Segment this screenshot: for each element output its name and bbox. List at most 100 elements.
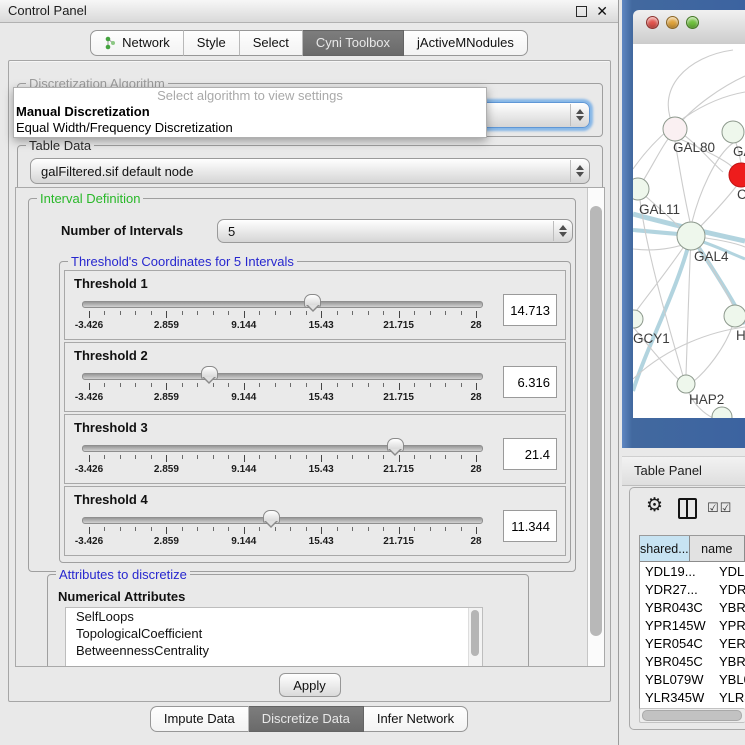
slider-thumb[interactable] — [387, 438, 404, 452]
threshold-panel: Threshold 1-3.4262.8599.14415.4321.71528… — [64, 270, 566, 340]
slider-thumb[interactable] — [201, 366, 218, 380]
tab-select[interactable]: Select — [240, 30, 303, 56]
dropdown-prompt: Select algorithm to view settings — [14, 88, 486, 104]
tick-label: 28 — [470, 392, 481, 403]
checkbox-checked-icon[interactable]: ☑☑ — [707, 500, 732, 516]
node-label: GAL4 — [694, 249, 729, 264]
network-node[interactable] — [722, 121, 744, 143]
threshold-value-field[interactable]: 14.713 — [503, 294, 557, 326]
node-label: GA — [733, 144, 745, 159]
tab-infer-network[interactable]: Infer Network — [364, 706, 468, 732]
zoom-button-icon[interactable] — [686, 16, 699, 29]
table-row[interactable]: YBL079WYBL0 — [640, 670, 745, 688]
tick-label: -3.426 — [75, 536, 103, 547]
attributes-to-discretize-group: Attributes to discretize Numerical Attri… — [47, 574, 529, 667]
tick-label: 21.715 — [383, 320, 414, 331]
numerical-attributes-label: Numerical Attributes — [58, 589, 185, 604]
node-label: HAP2 — [689, 392, 724, 407]
slider-thumb[interactable] — [263, 510, 280, 524]
tick-label: 9.144 — [231, 464, 256, 475]
tick-label: 2.859 — [154, 392, 179, 403]
network-window-titlebar[interactable] — [633, 10, 745, 45]
dropdown-arrows-icon — [570, 104, 588, 126]
table-row[interactable]: YDL19...YDL1 — [640, 562, 745, 580]
tick-label: 15.43 — [309, 392, 334, 403]
algorithm-dropdown-popup: Select algorithm to view settings Manual… — [13, 87, 487, 138]
network-node[interactable] — [677, 222, 705, 250]
tick-label: 2.859 — [154, 464, 179, 475]
attribute-item[interactable]: TopologicalCoefficient — [66, 625, 482, 642]
tick-label: 28 — [470, 320, 481, 331]
attribute-item[interactable]: SelfLoops — [66, 608, 482, 625]
number-of-intervals-label: Number of Intervals — [61, 223, 183, 238]
table-panel-header: Table Panel — [622, 456, 745, 486]
node-label: GAL11 — [639, 202, 680, 217]
threshold-panel: Threshold 2-3.4262.8599.14415.4321.71528… — [64, 342, 566, 412]
column-header[interactable]: shared... — [640, 536, 690, 561]
float-window-icon[interactable] — [576, 6, 587, 17]
table-row[interactable]: YER054CYER0 — [640, 634, 745, 652]
tab-impute-data[interactable]: Impute Data — [150, 706, 249, 732]
table-panel-body: ⚙ ☑☑ shared...name YDL19...YDL1YDR27...Y… — [629, 487, 745, 730]
group-title: Threshold's Coordinates for 5 Intervals — [68, 254, 297, 269]
tick-label: 2.859 — [154, 536, 179, 547]
table-row[interactable]: YBR045CYBR0 — [640, 652, 745, 670]
bottom-tab-bar: Impute DataDiscretize DataInfer Network — [0, 706, 618, 732]
tab-jactivemnodules[interactable]: jActiveMNodules — [404, 30, 528, 56]
minimize-button-icon[interactable] — [666, 16, 679, 29]
table-row[interactable]: YPR145WYPR1 — [640, 616, 745, 634]
network-canvas[interactable]: GAL80GACGAL11GAL4GCY1HHAP2 — [633, 44, 745, 418]
tick-label: 9.144 — [231, 536, 256, 547]
close-button-icon[interactable] — [646, 16, 659, 29]
table-row[interactable]: YDR27...YDR2 — [640, 580, 745, 598]
column-manager-icon[interactable] — [678, 498, 697, 519]
tick-label: 28 — [470, 464, 481, 475]
threshold-panel: Threshold 3-3.4262.8599.14415.4321.71528… — [64, 414, 566, 484]
list-scrollbar[interactable] — [468, 608, 482, 667]
algorithm-option[interactable]: Manual Discretization — [14, 104, 486, 120]
dropdown-arrows-icon — [570, 160, 588, 182]
panel-scrollbar[interactable] — [587, 188, 604, 666]
tick-label: 15.43 — [309, 320, 334, 331]
network-node[interactable] — [712, 407, 732, 418]
attribute-item[interactable]: BetweennessCentrality — [66, 642, 482, 659]
column-header[interactable]: name — [690, 536, 745, 561]
control-panel-titlebar: Control Panel ✕ — [0, 0, 618, 23]
interval-definition-group: Interval Definition Number of Intervals … — [28, 198, 576, 572]
table-data-dropdown[interactable]: galFiltered.sif default node — [30, 158, 590, 184]
threshold-label: Threshold 4 — [74, 492, 148, 507]
table-row[interactable]: YBR043CYBR0 — [640, 598, 745, 616]
network-node[interactable] — [677, 375, 695, 393]
network-node[interactable] — [633, 310, 643, 328]
network-node[interactable] — [724, 305, 745, 327]
threshold-slider[interactable]: -3.4262.8599.14415.4321.71528 — [74, 364, 491, 410]
table-horizontal-scrollbar[interactable] — [639, 708, 745, 723]
table-toolbar: ⚙ ☑☑ — [630, 488, 745, 528]
threshold-slider[interactable]: -3.4262.8599.14415.4321.71528 — [74, 436, 491, 482]
top-tab-bar: NetworkStyleSelectCyni ToolboxjActiveMNo… — [0, 30, 618, 56]
apply-button[interactable]: Apply — [279, 673, 341, 697]
threshold-slider[interactable]: -3.4262.8599.14415.4321.71528 — [74, 292, 491, 338]
tick-label: 2.859 — [154, 320, 179, 331]
number-of-intervals-dropdown[interactable]: 5 — [217, 219, 573, 243]
tab-cyni-toolbox[interactable]: Cyni Toolbox — [303, 30, 404, 56]
algorithm-option[interactable]: Equal Width/Frequency Discretization — [14, 120, 486, 136]
tab-network[interactable]: Network — [90, 30, 184, 56]
tick-label: 21.715 — [383, 536, 414, 547]
tab-style[interactable]: Style — [184, 30, 240, 56]
tick-label: 15.43 — [309, 464, 334, 475]
threshold-slider[interactable]: -3.4262.8599.14415.4321.71528 — [74, 508, 491, 554]
close-icon[interactable]: ✕ — [596, 5, 608, 17]
window-title: Control Panel — [8, 3, 87, 18]
network-node[interactable] — [663, 117, 687, 141]
threshold-value-field[interactable]: 21.4 — [503, 438, 557, 470]
gear-icon[interactable]: ⚙ — [646, 496, 663, 516]
table-row[interactable]: YLR345WYLR3 — [640, 688, 745, 706]
threshold-value-field[interactable]: 11.344 — [503, 510, 557, 542]
threshold-value-field[interactable]: 6.316 — [503, 366, 557, 398]
tab-discretize-data[interactable]: Discretize Data — [249, 706, 364, 732]
attributes-list[interactable]: SelfLoopsTopologicalCoefficientBetweenne… — [65, 607, 483, 667]
group-title: Attributes to discretize — [56, 567, 190, 582]
threshold-label: Threshold 2 — [74, 348, 148, 363]
slider-thumb[interactable] — [304, 294, 321, 308]
